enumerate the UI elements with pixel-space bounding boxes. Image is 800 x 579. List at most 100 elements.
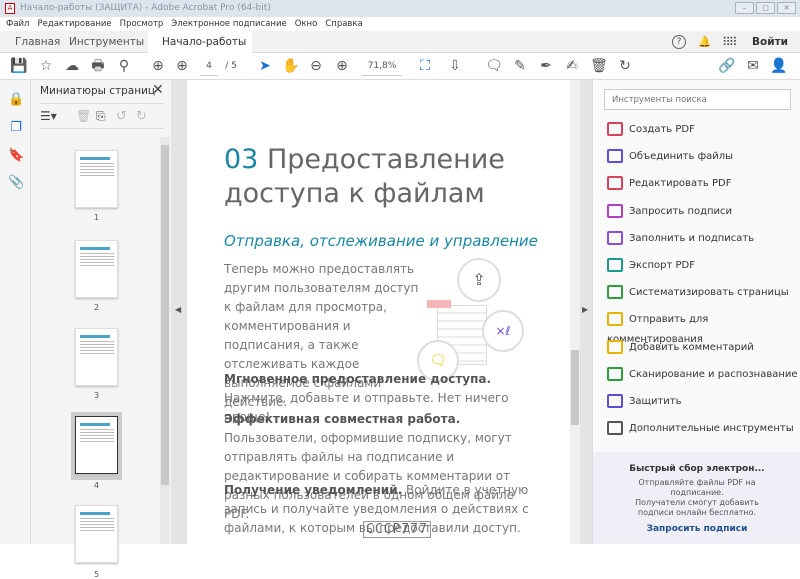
acrobat-logo-icon: A xyxy=(5,3,15,14)
thumbnail-page-5[interactable] xyxy=(75,505,118,563)
tool-icon xyxy=(607,176,623,191)
promo-text: подписи онлайн бесплатно. xyxy=(637,508,757,517)
tool-icon xyxy=(607,203,623,218)
attachments-icon[interactable]: 📎 xyxy=(8,175,24,190)
menu-window[interactable]: Окно xyxy=(295,19,318,29)
share-link-icon[interactable]: 🔗 xyxy=(718,58,736,75)
next-page-icon[interactable]: ⊕ xyxy=(173,58,191,75)
promo-text: подписание. xyxy=(670,488,724,497)
tab-tools[interactable]: Инструменты xyxy=(69,31,144,53)
hand-tool-icon[interactable]: ✋ xyxy=(282,58,300,75)
upload-cloud-icon[interactable]: ☁ xyxy=(63,58,81,75)
tool-item[interactable]: Объединить файлы xyxy=(607,147,733,167)
bookmark-star-icon[interactable]: ☆ xyxy=(37,58,55,75)
tool-label: Объединить файлы xyxy=(629,151,734,163)
tool-icon xyxy=(607,230,623,245)
promo-box: Быстрый сбор электрон... Отправляйте фай… xyxy=(593,452,800,544)
save-icon[interactable]: 💾 xyxy=(10,58,28,75)
thumbnail-page-2[interactable] xyxy=(75,240,118,298)
tool-label: Дополнительные инструменты xyxy=(629,423,794,435)
window-title: Начало-работы (ЗАЩИТА) - Adobe Acrobat P… xyxy=(20,3,271,13)
tool-item[interactable]: Редактировать PDF xyxy=(607,174,731,194)
email-icon[interactable]: ✉ xyxy=(744,58,762,75)
thumbnail-label: 2 xyxy=(93,303,100,312)
thumbnails-scrollbar[interactable] xyxy=(160,137,170,544)
tool-label: Запросить подписи xyxy=(629,205,733,217)
tool-item[interactable]: Заполнить и подписать xyxy=(607,229,754,249)
tool-item[interactable]: Дополнительные инструменты xyxy=(607,419,794,439)
maximize-button[interactable]: ▢ xyxy=(756,2,775,14)
tool-icon xyxy=(607,339,623,354)
promo-text: Отправляйте файлы PDF на xyxy=(638,478,756,487)
lock-icon[interactable]: 🔒 xyxy=(8,92,24,107)
watermark: CCCP777 xyxy=(363,521,431,538)
thumbnail-label: 3 xyxy=(93,391,100,400)
bell-icon[interactable]: 🔔 xyxy=(698,31,711,53)
scroll-mode-icon[interactable]: ⇩ xyxy=(446,58,464,75)
menu-edit[interactable]: Редактирование xyxy=(37,19,111,29)
bookmarks-icon[interactable]: 🔖 xyxy=(8,148,24,163)
tools-search-input[interactable] xyxy=(604,89,791,110)
menu-help[interactable]: Справка xyxy=(325,19,362,29)
close-window-button[interactable]: ✕ xyxy=(777,2,796,14)
minimize-button[interactable]: – xyxy=(735,2,754,14)
tool-item[interactable]: Добавить комментарий xyxy=(607,338,754,358)
tool-icon xyxy=(607,312,623,327)
tool-item[interactable]: Экспорт PDF xyxy=(607,256,695,276)
fit-page-icon[interactable]: ⛶ xyxy=(416,58,434,75)
select-cursor-icon[interactable]: ➤ xyxy=(256,58,274,75)
collapse-right-icon[interactable]: ▶ xyxy=(582,305,588,314)
page-total: / 5 xyxy=(225,61,237,71)
tool-item[interactable]: Сканирование и распознавание xyxy=(607,365,798,385)
menu-esign[interactable]: Электронное подписание xyxy=(171,19,286,29)
prev-page-icon[interactable]: ⊕ xyxy=(149,58,167,75)
close-panel-icon[interactable]: ✕ xyxy=(152,82,164,98)
request-signatures-link[interactable]: Запросить подписи xyxy=(593,524,800,534)
delete-page-icon[interactable]: 🗑 xyxy=(76,109,91,123)
tab-bar: Главная Инструменты Начало-работы (З... … xyxy=(0,31,800,70)
comment-icon[interactable]: 🗨 xyxy=(485,58,503,75)
thumbnail-page-3[interactable] xyxy=(75,328,118,386)
tool-item[interactable]: Систематизировать страницы xyxy=(607,283,789,303)
signin-button[interactable]: Войти xyxy=(752,31,788,53)
page-number-input[interactable]: 4 xyxy=(200,58,218,76)
sign-icon[interactable]: ✒ xyxy=(537,58,555,75)
tab-document[interactable]: Начало-работы (З... × xyxy=(148,31,252,70)
tool-item[interactable]: Защитить xyxy=(607,392,682,412)
tool-label: Заполнить и подписать xyxy=(629,232,755,244)
thumbnail-page-4-selected[interactable] xyxy=(75,416,118,474)
menu-view[interactable]: Просмотр xyxy=(120,19,164,29)
help-icon[interactable]: ? xyxy=(672,35,686,49)
rotate-left-icon[interactable]: ↺ xyxy=(116,109,127,124)
left-icon-rail: 🔒 ❐ 🔖 📎 xyxy=(0,80,31,544)
thumbnail-page-1[interactable] xyxy=(75,150,118,208)
menu-file[interactable]: Файл xyxy=(6,19,29,29)
page-thumbnails-icon[interactable]: ❐ xyxy=(8,120,24,135)
document-scrollbar[interactable] xyxy=(570,80,580,544)
print-icon[interactable]: 🖶 xyxy=(89,58,107,75)
edit-pdf-icon[interactable]: ✍ xyxy=(563,58,581,75)
tool-label: Сканирование и распознавание xyxy=(629,368,798,380)
tool-item[interactable]: Отправить для комментирования xyxy=(607,310,800,345)
rotate-icon[interactable]: ↻ xyxy=(616,58,634,75)
thumbnail-options-icon[interactable]: ☰▾ xyxy=(40,109,57,123)
add-user-icon[interactable]: 👤 xyxy=(770,58,788,75)
tool-item[interactable]: Создать PDF xyxy=(607,120,695,140)
toolbar: 💾 ☆ ☁ 🖶 ⚲ ⊕ ⊕ 4 / 5 ➤ ✋ ⊖ ⊕ 71,8% ⛶ ⇩ 🗨 … xyxy=(0,53,800,80)
collapse-left-icon[interactable]: ◀ xyxy=(175,305,181,314)
zoom-out-icon[interactable]: ⊖ xyxy=(307,58,325,75)
zoom-level-select[interactable]: 71,8% xyxy=(362,58,402,76)
tool-icon xyxy=(607,285,623,300)
tool-item[interactable]: Запросить подписи xyxy=(607,202,732,222)
highlight-pen-icon[interactable]: ✎ xyxy=(511,58,529,75)
rotate-right-icon[interactable]: ↻ xyxy=(136,109,147,124)
tab-home[interactable]: Главная xyxy=(15,31,60,53)
page-subtitle: Отправка, отслеживание и управление xyxy=(224,232,538,250)
zoom-out-search-icon[interactable]: ⚲ xyxy=(115,58,133,75)
delete-icon[interactable]: 🗑 xyxy=(590,58,608,75)
insert-page-icon[interactable]: ⎘ xyxy=(96,109,106,124)
thumbnails-panel: Миниатюры страниц ✕ ☰▾ 🗑 ⎘ ↺ ↻ 1 2 3 4 5 xyxy=(31,80,171,579)
apps-grid-icon[interactable]: ⠿⠿ xyxy=(722,31,738,53)
tool-label: Создать PDF xyxy=(629,124,695,135)
zoom-in-icon[interactable]: ⊕ xyxy=(333,58,351,75)
